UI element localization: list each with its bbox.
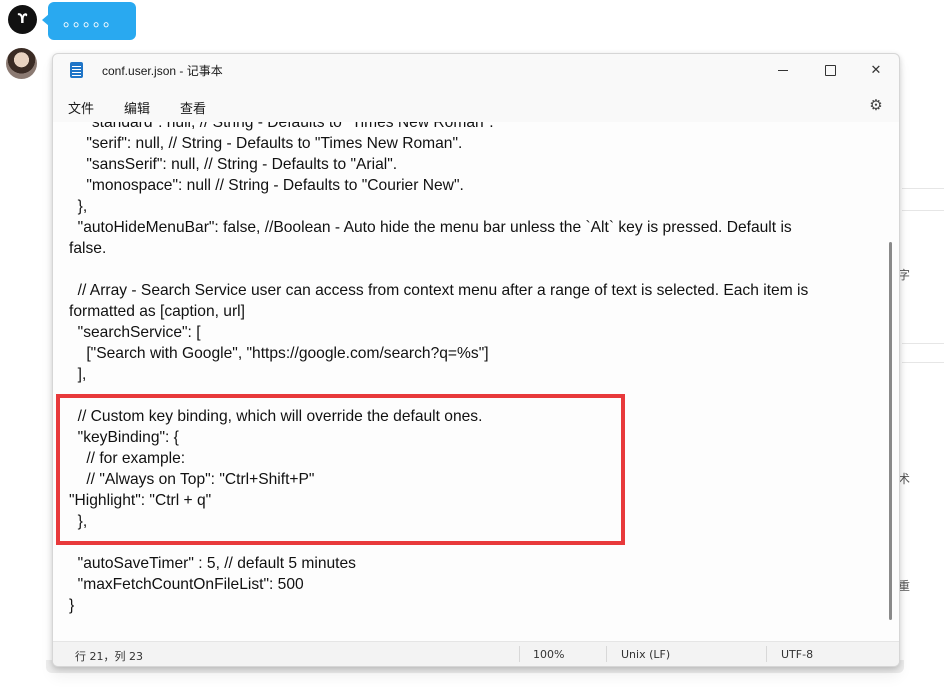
gear-icon: ⚙: [869, 96, 883, 114]
editor-line: "autoSaveTimer" : 5, // default 5 minute…: [69, 555, 356, 572]
background-divider: [902, 188, 944, 189]
editor-line: formatted as [caption, url]: [69, 303, 245, 320]
user-avatar[interactable]: [6, 48, 37, 79]
editor-line: ["Search with Google", "https://google.c…: [69, 345, 489, 362]
maximize-button[interactable]: [807, 54, 853, 86]
editor-line: false.: [69, 240, 107, 257]
text-editor[interactable]: "standard": null, // String - Defaults t…: [53, 122, 899, 642]
editor-line: },: [69, 198, 88, 215]
title-bar[interactable]: conf.user.json - 记事本 ✕: [53, 54, 899, 86]
editor-line: "searchService": [: [69, 324, 201, 341]
background-divider: [902, 210, 944, 211]
chat-bubble-text: 。。。。。: [62, 11, 121, 30]
cursor-position: 行 21，列 23: [75, 650, 143, 663]
editor-line: "serif": null, // String - Defaults to "…: [69, 135, 463, 152]
close-button[interactable]: ✕: [853, 54, 899, 86]
editor-line: // Array - Search Service user can acces…: [69, 282, 809, 299]
maximize-icon: [824, 64, 836, 76]
screen: ϒ 。。。。。 字 术 重 conf.user.json - 记事本 ✕ 文件 …: [0, 0, 944, 691]
status-bar: 行 21，列 23 100% Unix (LF) UTF-8: [53, 641, 899, 666]
status-divider: [606, 646, 607, 662]
window-title: conf.user.json - 记事本: [102, 64, 223, 78]
menu-edit[interactable]: 编辑: [118, 96, 156, 119]
background-divider: [902, 362, 944, 363]
minimize-button[interactable]: [760, 54, 806, 86]
file-encoding: UTF-8: [781, 648, 814, 661]
minimize-icon: [778, 69, 788, 71]
vertical-scrollbar[interactable]: [889, 242, 892, 620]
editor-line: "maxFetchCountOnFileList": 500: [69, 576, 304, 593]
editor-line: "standard": null, // String - Defaults t…: [69, 122, 494, 131]
background-divider: [902, 343, 944, 344]
zoom-level: 100%: [533, 648, 565, 661]
menu-bar: 文件 编辑 查看: [53, 91, 899, 121]
menu-view[interactable]: 查看: [174, 96, 212, 119]
line-ending: Unix (LF): [621, 648, 671, 661]
editor-line: "monospace": null // String - Defaults t…: [69, 177, 464, 194]
editor-line: "autoHideMenuBar": false, //Boolean - Au…: [69, 219, 792, 236]
highlight-annotation-box: [56, 394, 625, 545]
status-divider: [766, 646, 767, 662]
notepad-window: conf.user.json - 记事本 ✕ 文件 编辑 查看 ⚙ "stand…: [52, 53, 900, 667]
settings-button[interactable]: ⚙: [865, 94, 887, 116]
sender-avatar[interactable]: ϒ: [8, 5, 37, 34]
sender-avatar-label: ϒ: [17, 12, 28, 27]
editor-line: ],: [69, 366, 87, 383]
status-divider: [519, 646, 520, 662]
editor-line: "sansSerif": null, // String - Defaults …: [69, 156, 398, 173]
notepad-icon: [70, 62, 83, 78]
close-icon: ✕: [870, 62, 882, 78]
editor-line: }: [69, 597, 75, 614]
chat-bubble[interactable]: 。。。。。: [42, 2, 136, 40]
menu-file[interactable]: 文件: [62, 96, 100, 119]
